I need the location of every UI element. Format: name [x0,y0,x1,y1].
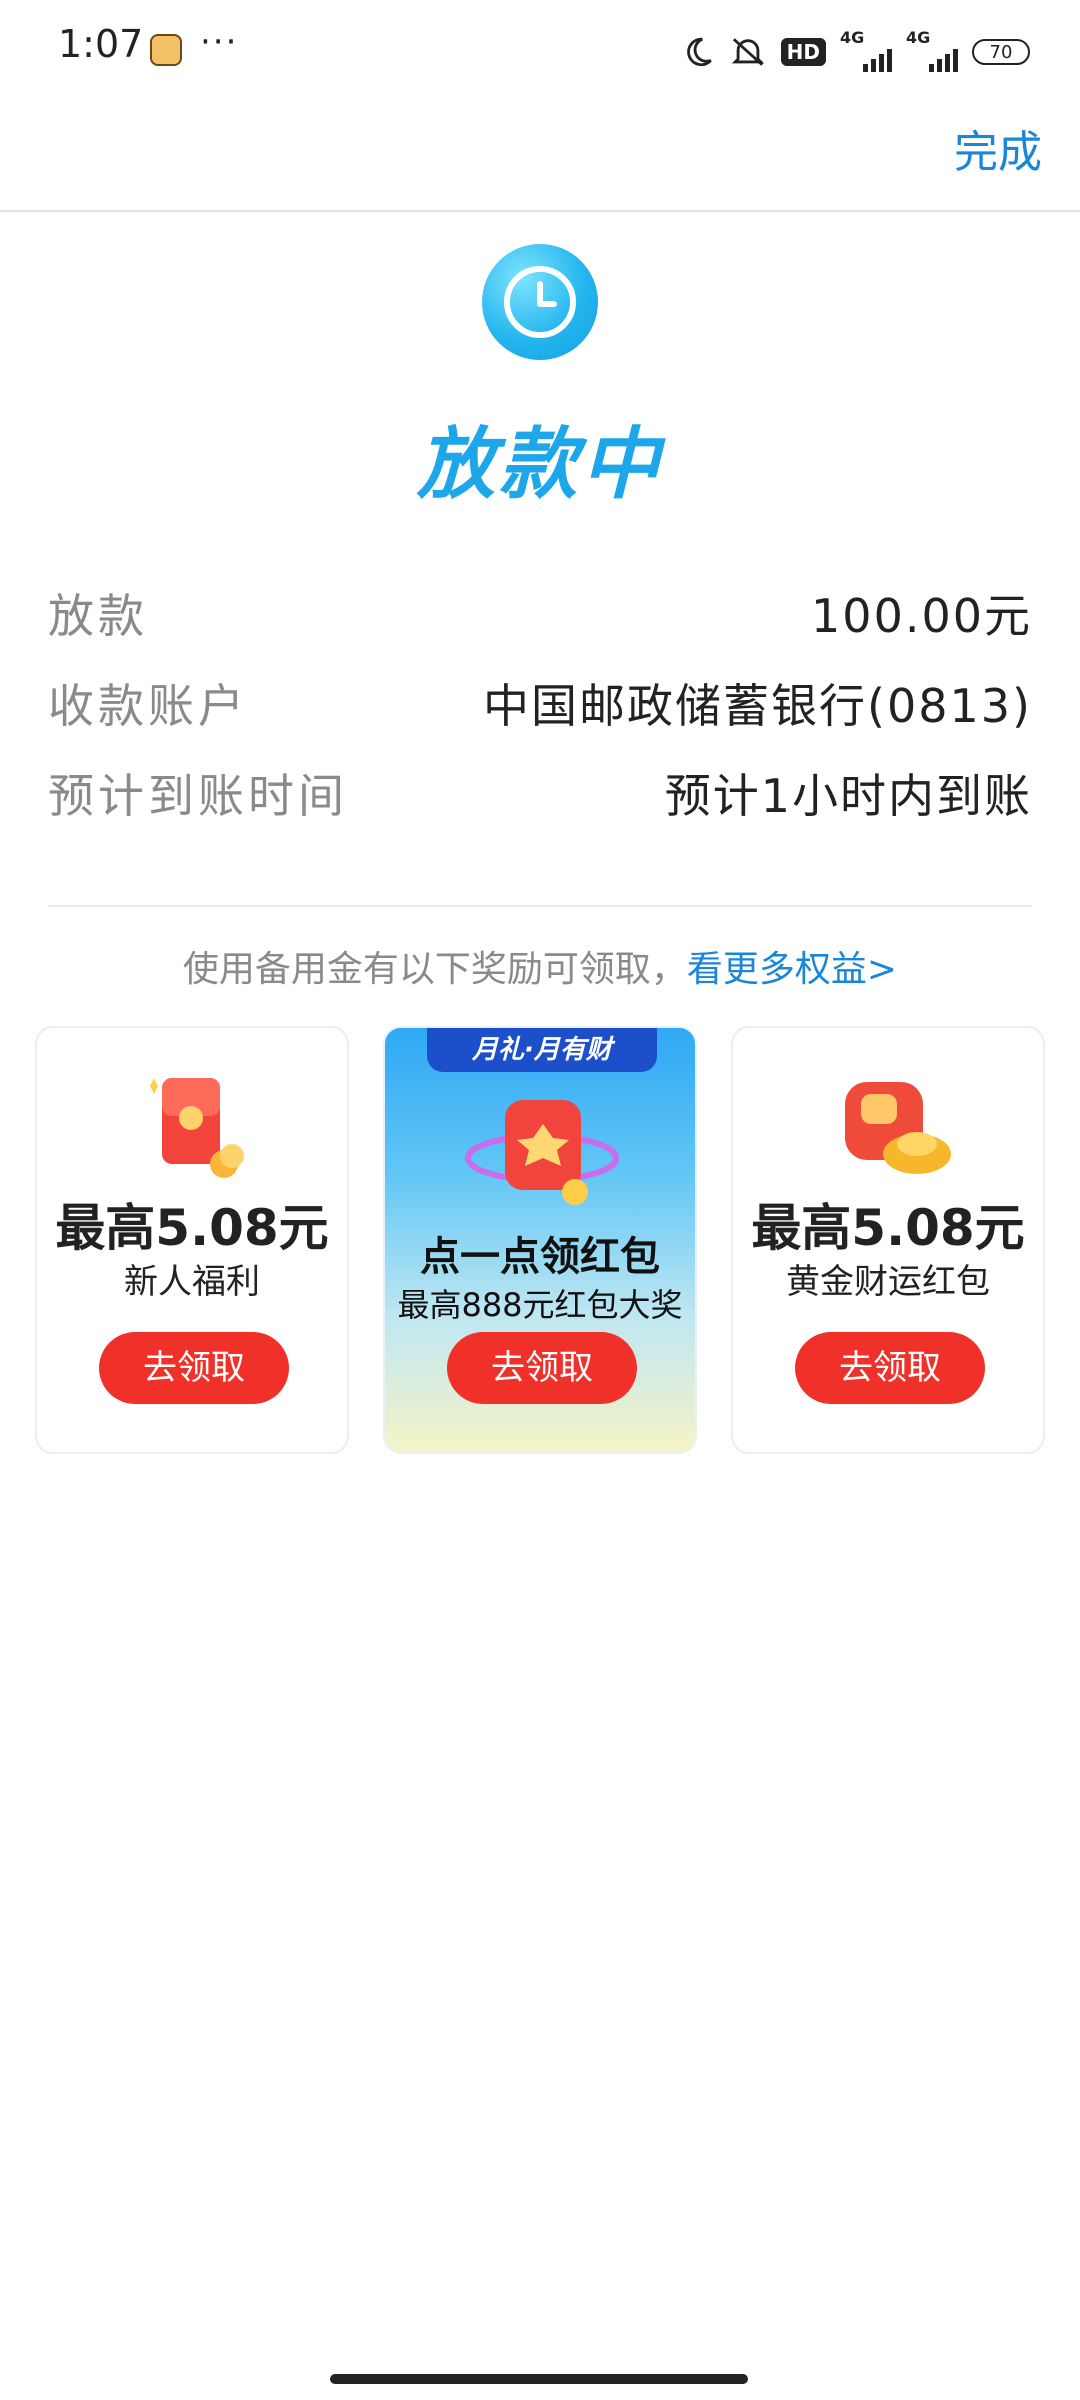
status-bar: 1:07 ··· HD 4G 4G 70 [0,0,1080,100]
red-envelope-gold-ingot-icon [825,1072,955,1184]
reward-amount: 最高5.08元 [751,1199,1025,1257]
detail-row-account: 收款账户 中国邮政储蓄银行(0813) [48,670,1032,740]
top-bar: 完成 [0,100,1080,212]
detail-label: 预计到账时间 [48,769,348,823]
done-button[interactable]: 完成 [954,116,1042,180]
hd-voice-icon: HD [780,38,826,66]
red-envelope-planet-icon [457,1080,627,1220]
clock-icon [482,244,598,360]
more-benefits-link[interactable]: 看更多权益> [687,949,897,990]
divider [48,905,1032,907]
home-indicator[interactable] [330,2374,748,2384]
detail-label: 放款 [48,589,148,643]
page-title: 放款中 [416,420,663,510]
promo-text: 使用备用金有以下奖励可领取，看更多权益> [0,940,1080,992]
reward-card-newcomer[interactable]: 最高5.08元 新人福利 去领取 [35,1026,349,1454]
status-time: 1:07 [58,22,144,66]
status-icons: HD 4G 4G 70 [681,28,1030,74]
reward-description: 新人福利 [124,1262,260,1302]
claim-button[interactable]: 去领取 [447,1332,637,1404]
reward-amount: 最高5.08元 [55,1199,329,1257]
detail-value: 100.00元 [811,589,1032,643]
reward-card-gold[interactable]: 最高5.08元 黄金财运红包 去领取 [731,1026,1045,1454]
monthly-subtitle: 最高888元红包大奖 [397,1286,683,1324]
mute-icon [729,35,767,69]
reward-description: 黄金财运红包 [786,1262,990,1302]
signal-icon: 4G [840,28,892,72]
app-notification-icon [150,34,182,66]
moon-icon [681,35,715,69]
signal-icon-2: 4G [906,28,958,72]
claim-button[interactable]: 去领取 [99,1332,289,1404]
red-envelope-coins-icon [134,1072,254,1182]
more-notifications-icon: ··· [200,22,239,62]
promo-description: 使用备用金有以下奖励可领取， [182,949,687,990]
battery-icon: 70 [972,39,1030,65]
detail-row-arrival-time: 预计到账时间 预计1小时内到账 [48,760,1032,830]
reward-card-monthly[interactable]: 月礼·月有财 点一点领红包 最高888元红包大奖 去领取 [383,1026,697,1454]
monthly-banner: 月礼·月有财 [427,1028,657,1072]
detail-row-amount: 放款 100.00元 [48,580,1032,650]
monthly-title: 点一点领红包 [420,1234,660,1280]
detail-value: 预计1小时内到账 [664,769,1032,823]
detail-value: 中国邮政储蓄银行(0813) [483,679,1032,733]
claim-button[interactable]: 去领取 [795,1332,985,1404]
detail-label: 收款账户 [48,679,248,733]
